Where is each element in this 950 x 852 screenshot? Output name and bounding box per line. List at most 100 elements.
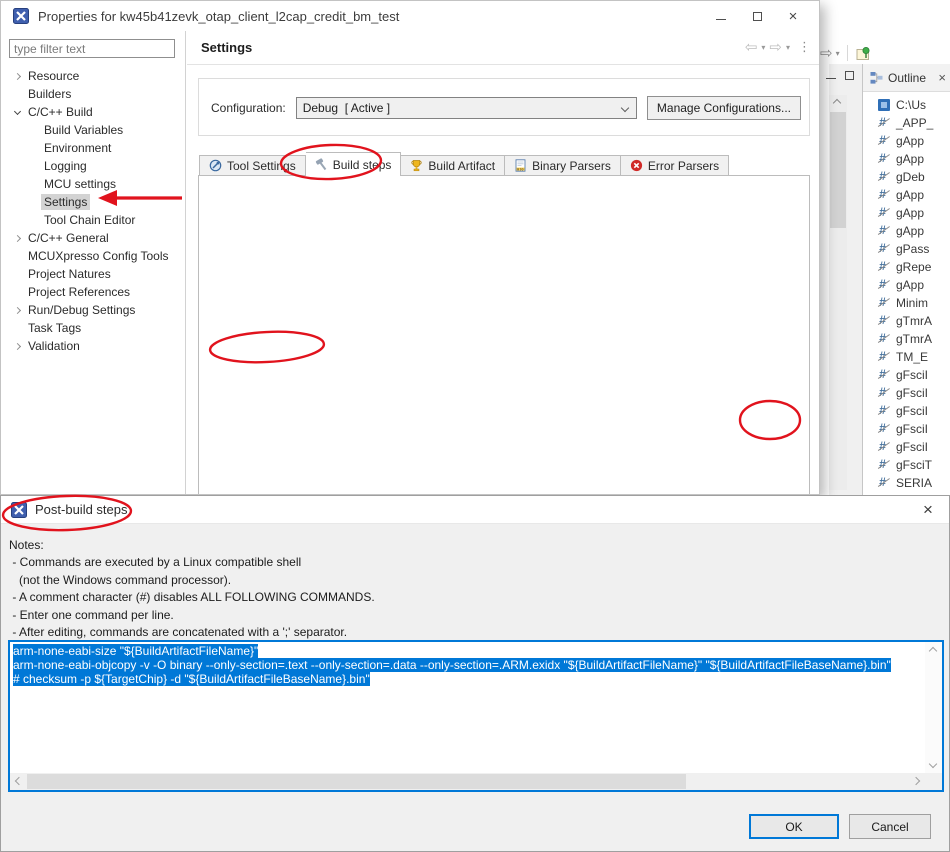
build-steps-panel <box>198 175 810 495</box>
error-parsers-icon <box>630 159 643 172</box>
post-build-dialog-titlebar[interactable]: Post-build steps × <box>1 496 949 524</box>
outline-item[interactable]: gApp <box>863 150 950 168</box>
outline-item[interactable]: gFsciI <box>863 402 950 420</box>
tab-build-steps[interactable]: Build steps <box>306 152 402 176</box>
chevron-icon[interactable] <box>9 344 25 349</box>
chevron-icon[interactable] <box>9 308 25 313</box>
textarea-hscrollbar[interactable] <box>10 773 925 790</box>
eclipse-toolbar: ⇨ ▾ <box>820 42 950 64</box>
outline-item[interactable]: TM_E <box>863 348 950 366</box>
minimize-view-icon[interactable] <box>826 78 836 79</box>
filter-input[interactable] <box>9 39 175 58</box>
outline-item[interactable]: Minim <box>863 294 950 312</box>
cancel-button[interactable]: Cancel <box>849 814 931 839</box>
properties-dialog: Properties for kw45b41zevk_otap_client_l… <box>0 0 820 495</box>
sidebar-item[interactable]: Build Variables <box>1 121 185 139</box>
sidebar-item[interactable]: Project Natures <box>1 265 185 283</box>
chevron-icon[interactable] <box>9 111 25 114</box>
outline-item[interactable]: _APP_ <box>863 114 950 132</box>
outline-item[interactable]: gApp <box>863 276 950 294</box>
configuration-row: Configuration: Debug [ Active ] Manage C… <box>199 79 809 120</box>
page-title: Settings <box>201 40 745 55</box>
chevron-icon[interactable] <box>9 236 25 241</box>
outline-item[interactable]: SERIA <box>863 474 950 492</box>
tab-binary-parsers[interactable]: 010 Binary Parsers <box>505 155 621 176</box>
sidebar-item[interactable]: Builders <box>1 85 185 103</box>
sidebar-item[interactable]: Settings <box>1 193 185 211</box>
sidebar-item[interactable]: C/C++ General <box>1 229 185 247</box>
sidebar-item[interactable]: Environment <box>1 139 185 157</box>
sidebar-item[interactable]: Run/Debug Settings <box>1 301 185 319</box>
sidebar-item[interactable]: Task Tags <box>1 319 185 337</box>
maximize-button[interactable] <box>739 2 775 30</box>
maximize-view-icon[interactable] <box>845 71 854 80</box>
scroll-right-icon[interactable] <box>912 777 920 785</box>
hscrollbar-thumb[interactable] <box>27 774 686 789</box>
tab-build-artifact[interactable]: Build Artifact <box>401 155 505 176</box>
outline-item[interactable]: gApp <box>863 222 950 240</box>
view-menu-icon[interactable]: ⋮ <box>798 40 811 55</box>
outline-item[interactable]: gPass <box>863 240 950 258</box>
sidebar-item[interactable]: Project References <box>1 283 185 301</box>
scroll-down-icon[interactable] <box>929 760 937 768</box>
build-artifact-icon <box>410 159 423 172</box>
minimize-button[interactable] <box>703 2 739 30</box>
manage-configurations-button[interactable]: Manage Configurations... <box>647 96 801 120</box>
sidebar-item[interactable]: MCU settings <box>1 175 185 193</box>
include-icon <box>878 99 890 111</box>
forward-arrow-icon[interactable]: ⇨ <box>820 46 833 61</box>
textarea-vscrollbar[interactable] <box>925 642 942 773</box>
scroll-up-icon[interactable] <box>929 647 937 655</box>
sidebar-item[interactable]: Validation <box>1 337 185 355</box>
ok-button[interactable]: OK <box>749 814 839 839</box>
back-dropdown-icon[interactable]: ▾ <box>761 43 765 52</box>
outline-item[interactable]: gApp <box>863 132 950 150</box>
close-button[interactable]: × <box>775 2 811 30</box>
outline-item[interactable]: C:\Us <box>863 96 950 114</box>
outline-item[interactable]: gApp <box>863 186 950 204</box>
configuration-select[interactable]: Debug [ Active ] <box>296 97 637 119</box>
outline-item[interactable]: gDeb <box>863 168 950 186</box>
outline-item[interactable]: gTmrA <box>863 330 950 348</box>
chevron-icon[interactable] <box>9 74 25 79</box>
outline-item[interactable]: gFsciI <box>863 366 950 384</box>
tab-tool-settings[interactable]: Tool Settings <box>199 155 306 176</box>
commands-content[interactable]: arm-none-eabi-size "${BuildArtifactFileN… <box>10 642 925 773</box>
settings-tabs: Tool Settings Build steps <box>199 152 729 176</box>
scrollbar-thumb[interactable] <box>830 112 846 228</box>
properties-title: Properties for kw45b41zevk_otap_client_l… <box>38 9 694 24</box>
sidebar-item[interactable]: MCUXpresso Config Tools <box>1 247 185 265</box>
scroll-left-icon[interactable] <box>15 777 23 785</box>
sidebar-item[interactable]: C/C++ Build <box>1 103 185 121</box>
outline-item[interactable]: gFsciI <box>863 438 950 456</box>
outline-close-icon[interactable]: × <box>938 70 946 85</box>
build-steps-icon <box>315 158 328 171</box>
forward-icon[interactable]: ⇨ <box>769 40 782 55</box>
outline-item[interactable]: gRepe <box>863 258 950 276</box>
commands-textarea[interactable]: arm-none-eabi-size "${BuildArtifactFileN… <box>8 640 944 792</box>
pin-editor-icon[interactable] <box>855 45 872 62</box>
editor-scrollbar[interactable] <box>829 95 847 490</box>
back-icon[interactable]: ⇦ <box>745 40 758 55</box>
properties-titlebar[interactable]: Properties for kw45b41zevk_otap_client_l… <box>1 1 819 31</box>
outline-item[interactable]: gFsciI <box>863 384 950 402</box>
sidebar-item[interactable]: Logging <box>1 157 185 175</box>
sidebar-item[interactable]: Resource <box>1 67 185 85</box>
dialog-close-button[interactable]: × <box>907 496 949 524</box>
outline-item[interactable]: gFsciT <box>863 456 950 474</box>
outline-title: Outline <box>888 71 933 85</box>
forward-dropdown-icon[interactable]: ▾ <box>786 43 790 52</box>
define-icon <box>878 117 890 129</box>
command-line: # checksum -p ${TargetChip} -d "${BuildA… <box>13 672 925 686</box>
outline-icon <box>870 71 883 84</box>
outline-item[interactable]: gFsciI <box>863 420 950 438</box>
define-icon <box>878 297 890 309</box>
define-icon <box>878 333 890 345</box>
sidebar-item[interactable]: Tool Chain Editor <box>1 211 185 229</box>
forward-dropdown-icon[interactable]: ▾ <box>836 49 840 58</box>
binary-parsers-icon: 010 <box>514 159 527 172</box>
tab-error-parsers[interactable]: Error Parsers <box>621 155 729 176</box>
outline-item[interactable]: gTmrA <box>863 312 950 330</box>
outline-item[interactable]: gApp <box>863 204 950 222</box>
scroll-up-icon[interactable] <box>833 99 841 107</box>
